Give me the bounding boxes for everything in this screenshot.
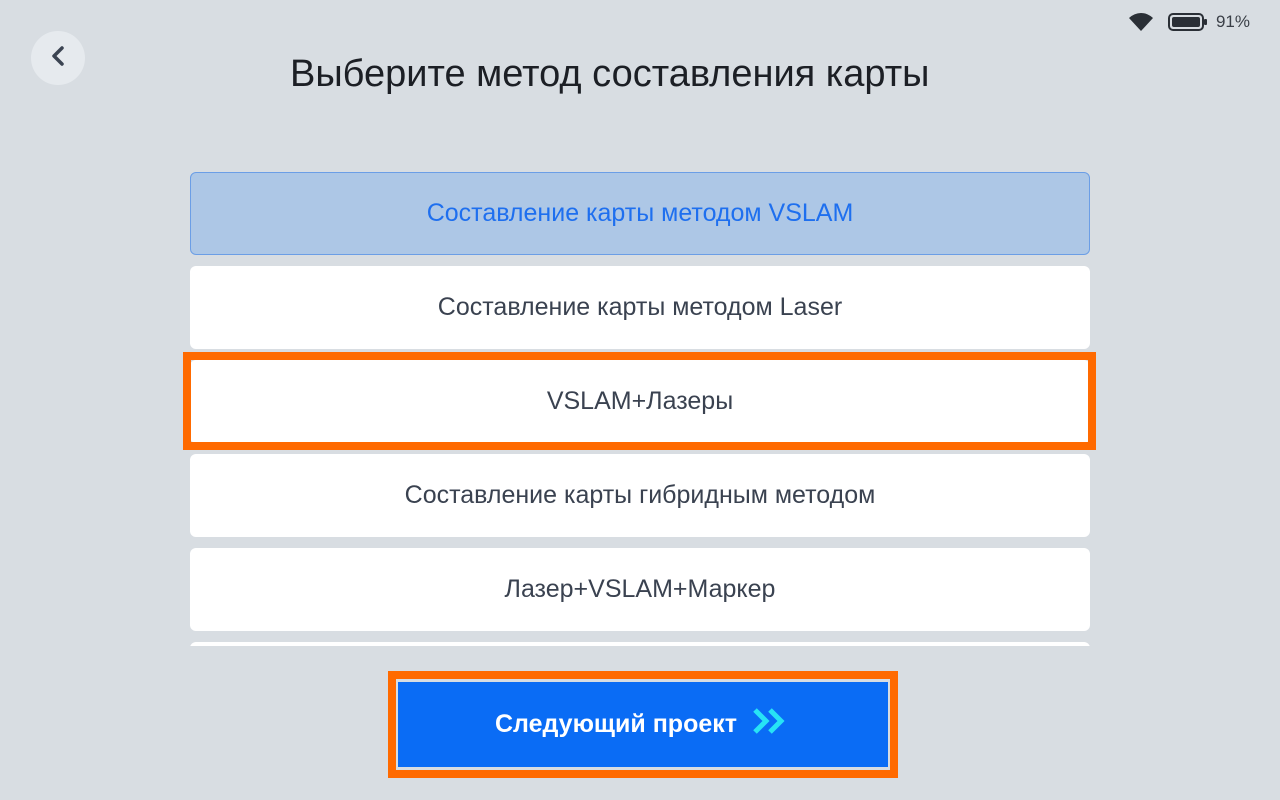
option-label: Лазер+VSLAM+Маркер xyxy=(504,575,776,603)
battery-icon xyxy=(1167,13,1208,31)
option-label: Составление карты гибридным методом xyxy=(404,481,876,509)
status-bar: 91% xyxy=(1128,10,1250,34)
option-laser-vslam-marker[interactable]: Лазер+VSLAM+Маркер xyxy=(190,548,1090,631)
option-vslam-lasers[interactable]: VSLAM+Лазеры xyxy=(190,360,1090,443)
page-title: Выберите метод составления карты xyxy=(290,53,930,95)
option-label: Составление карты методом VSLAM xyxy=(426,199,854,227)
battery-percent: 91% xyxy=(1215,12,1250,31)
option-label: Составление карты методом Laser xyxy=(437,293,843,321)
next-project-label: Следующий проект xyxy=(494,710,738,738)
mapping-method-list: Составление карты методом VSLAM Составле… xyxy=(190,172,1090,646)
back-button[interactable] xyxy=(31,31,85,85)
chevron-left-icon xyxy=(48,44,68,73)
double-chevron-right-icon xyxy=(751,706,791,743)
option-label: VSLAM+Лазеры xyxy=(546,387,734,415)
option-hybrid[interactable]: Составление карты гибридным методом xyxy=(190,454,1090,537)
wifi-icon xyxy=(1128,12,1154,32)
battery-indicator: 91% xyxy=(1167,12,1250,32)
option-partial-next[interactable] xyxy=(190,642,1090,646)
next-project-button[interactable]: Следующий проект xyxy=(398,682,888,767)
option-laser[interactable]: Составление карты методом Laser xyxy=(190,266,1090,349)
option-vslam[interactable]: Составление карты методом VSLAM xyxy=(190,172,1090,255)
